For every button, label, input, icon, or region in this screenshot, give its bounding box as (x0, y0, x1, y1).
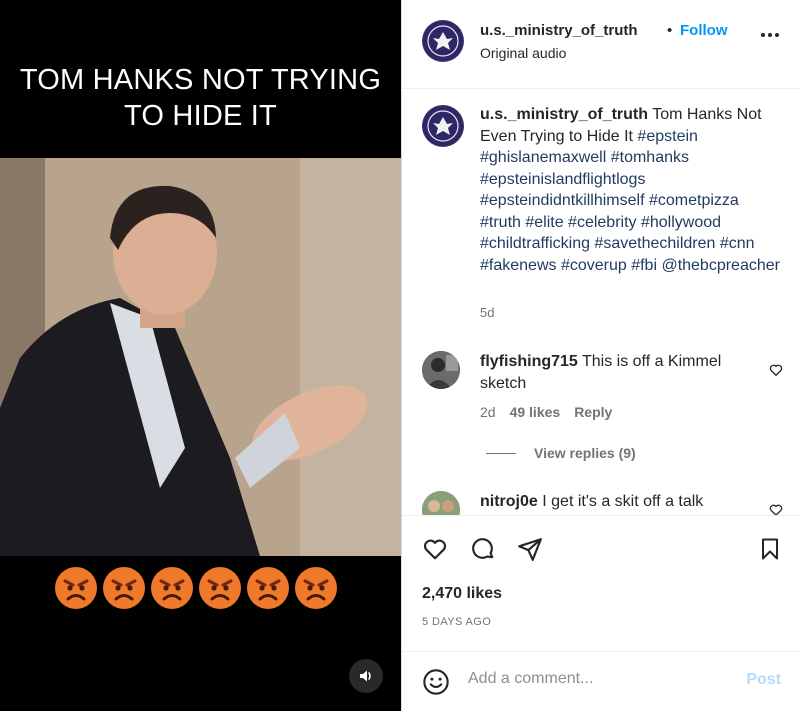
comment-username[interactable]: nitroj0e (480, 493, 538, 510)
bookmark-icon[interactable] (758, 536, 782, 562)
add-comment-bar: Post (402, 651, 800, 711)
post-details-panel: u.s._ministry_of_truth • Follow Original… (401, 0, 800, 711)
angry-face-icon (151, 567, 193, 609)
follow-button[interactable]: Follow (680, 22, 728, 39)
avatar[interactable] (422, 351, 460, 389)
post-actions: 2,470 likes 5 DAYS AGO (402, 515, 800, 655)
audio-label[interactable]: Original audio (480, 45, 566, 61)
speaker-icon (360, 670, 371, 682)
share-icon[interactable] (517, 536, 543, 562)
caption-text: u.s._ministry_of_truth Tom Hanks Not Eve… (480, 104, 780, 276)
angry-face-icon (247, 567, 289, 609)
heart-icon[interactable] (769, 363, 783, 377)
comment-likes[interactable]: 49 likes (510, 404, 561, 420)
video-frame (0, 158, 401, 556)
video-overlay-caption: TOM HANKS NOT TRYING TO HIDE IT (19, 64, 382, 132)
comment-body: I get it's a skit off a talk (542, 493, 704, 510)
user-photo-icon (422, 491, 460, 515)
heart-icon[interactable] (422, 536, 448, 562)
reaction-emoji-row (54, 566, 338, 610)
header-username[interactable]: u.s._ministry_of_truth (480, 22, 638, 39)
post-button[interactable]: Post (746, 671, 781, 689)
video-player[interactable]: TOM HANKS NOT TRYING TO HIDE IT (0, 0, 401, 711)
post-header: u.s._ministry_of_truth • Follow Original… (402, 0, 800, 89)
comment-text: flyfishing715 This is off a Kimmel sketc… (480, 351, 760, 395)
avatar[interactable] (422, 105, 464, 147)
divider (486, 452, 516, 454)
user-photo-icon (422, 351, 460, 389)
comment-text: nitroj0e I get it's a skit off a talk (480, 491, 760, 513)
separator-dot: • (667, 22, 673, 39)
comment-username[interactable]: flyfishing715 (480, 353, 578, 370)
comment-meta: 2d 49 likes Reply (480, 404, 612, 420)
view-replies-button[interactable]: View replies (9) (486, 445, 636, 461)
emoji-smile-icon[interactable] (422, 668, 450, 696)
more-horizontal-icon (761, 33, 765, 37)
sound-toggle-button[interactable] (349, 659, 383, 693)
angry-face-icon (295, 567, 337, 609)
seal-icon (423, 106, 463, 146)
view-replies-label: View replies (9) (534, 445, 636, 461)
video-still-image (0, 158, 401, 556)
comment-icon[interactable] (470, 536, 496, 562)
caption-username[interactable]: u.s._ministry_of_truth (480, 106, 648, 123)
angry-face-icon (103, 567, 145, 609)
comments-scroll-area[interactable]: u.s._ministry_of_truth Tom Hanks Not Eve… (402, 89, 800, 515)
angry-face-icon (55, 567, 97, 609)
reply-button[interactable]: Reply (574, 404, 612, 420)
post-date[interactable]: 5 DAYS AGO (422, 616, 491, 628)
comment-timestamp[interactable]: 2d (480, 404, 496, 420)
avatar[interactable] (422, 491, 460, 515)
more-options-button[interactable] (761, 33, 779, 37)
angry-face-icon (199, 567, 241, 609)
caption-timestamp[interactable]: 5d (480, 305, 494, 320)
caption-hashtags[interactable]: #epstein #ghislanemaxwell #tomhanks #eps… (480, 128, 780, 274)
comment-input[interactable] (468, 670, 718, 688)
heart-icon[interactable] (769, 503, 783, 515)
likes-count[interactable]: 2,470 likes (422, 585, 502, 603)
avatar[interactable] (422, 20, 464, 62)
seal-icon (423, 21, 463, 61)
